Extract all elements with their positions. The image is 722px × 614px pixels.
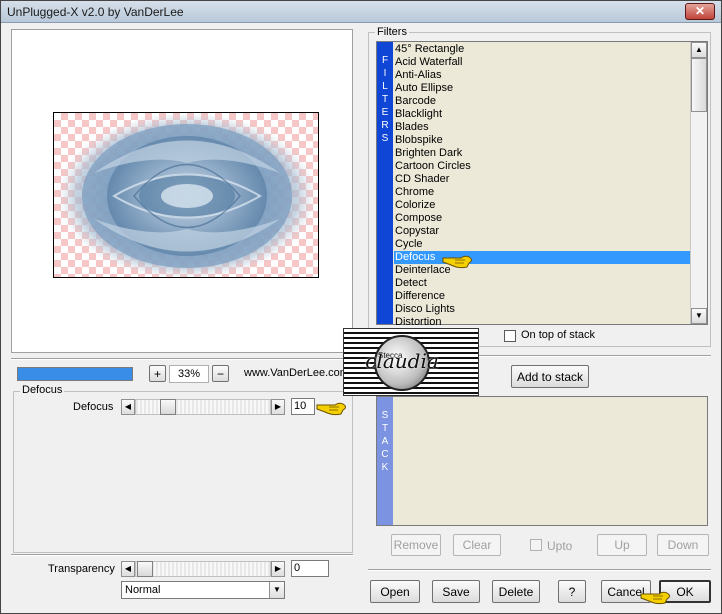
zoom-level: 33% <box>169 365 209 383</box>
on-top-label: On top of stack <box>521 329 595 341</box>
filter-list-item[interactable]: Blacklight <box>394 108 691 121</box>
filter-list-item[interactable]: Chrome <box>394 186 691 199</box>
blend-mode-value: Normal <box>125 584 161 596</box>
defocus-slider[interactable] <box>135 399 271 415</box>
preview-image <box>53 112 319 278</box>
help-button[interactable]: ? <box>558 580 586 603</box>
zoom-in-button[interactable]: + <box>149 365 166 382</box>
filter-list-item[interactable]: Barcode <box>394 95 691 108</box>
progress-fill <box>18 368 132 380</box>
filter-list-item[interactable]: Copystar <box>394 225 691 238</box>
upto-checkbox[interactable] <box>530 539 542 551</box>
divider <box>11 358 353 360</box>
stack-list[interactable]: S T A C K <box>376 396 708 526</box>
watermark-logo: Stecca claudia <box>343 328 479 396</box>
filter-list-item[interactable]: Blobspike <box>394 134 691 147</box>
progress-bar <box>17 367 133 381</box>
filter-list-item[interactable]: Acid Waterfall <box>394 56 691 69</box>
filter-list-item[interactable]: Cycle <box>394 238 691 251</box>
filter-list-item[interactable]: CD Shader <box>394 173 691 186</box>
filter-list-item[interactable]: Brighten Dark <box>394 147 691 160</box>
filter-list-item[interactable]: Anti-Alias <box>394 69 691 82</box>
chevron-down-icon: ▼ <box>269 582 284 598</box>
filter-list-item[interactable]: Disco Lights <box>394 303 691 316</box>
defocus-decrease-button[interactable]: ◀ <box>121 399 135 415</box>
close-icon: ✕ <box>694 4 706 18</box>
upto-label: Upto <box>547 539 573 553</box>
side-letter: L <box>382 81 388 92</box>
filter-list-item[interactable]: Defocus <box>394 251 691 264</box>
side-letter: E <box>381 107 389 118</box>
filter-list-scrollbar[interactable]: ▲ ▼ <box>690 42 707 324</box>
delete-button[interactable]: Delete <box>492 580 540 603</box>
pointer-hand-icon <box>442 255 472 269</box>
remove-button[interactable]: Remove <box>391 534 441 556</box>
title-bar[interactable]: UnPlugged-X v2.0 by VanDerLee ✕ <box>1 1 721 23</box>
filter-list-item[interactable]: Auto Ellipse <box>394 82 691 95</box>
divider <box>11 554 353 556</box>
down-button[interactable]: Down <box>657 534 709 556</box>
scroll-down-button[interactable]: ▼ <box>691 308 707 324</box>
transparency-increase-button[interactable]: ▶ <box>271 561 285 577</box>
website-link[interactable]: www.VanDerLee.com <box>244 367 349 379</box>
defocus-increase-button[interactable]: ▶ <box>271 399 285 415</box>
transparency-slider[interactable] <box>135 561 271 577</box>
side-letter: T <box>381 423 389 434</box>
open-button[interactable]: Open <box>370 580 420 603</box>
close-button[interactable]: ✕ <box>685 3 715 20</box>
blend-mode-select[interactable]: Normal ▼ <box>121 581 285 599</box>
transparency-slider-thumb[interactable] <box>137 561 153 577</box>
filter-items: 45° Rectangle Acid Waterfall Anti-Alias Aut… <box>394 43 691 329</box>
zoom-out-button[interactable]: − <box>212 365 229 382</box>
filter-list-item[interactable]: 45° Rectangle <box>394 43 691 56</box>
window-title: UnPlugged-X v2.0 by VanDerLee <box>7 5 184 19</box>
up-button[interactable]: Up <box>597 534 647 556</box>
on-top-checkbox[interactable] <box>504 330 516 342</box>
defocus-label: Defocus <box>73 401 114 413</box>
side-letter: S <box>381 133 389 144</box>
divider <box>368 569 711 571</box>
preview-render <box>57 113 317 277</box>
scroll-up-button[interactable]: ▲ <box>691 42 707 58</box>
preview-area[interactable] <box>11 29 353 353</box>
filter-list-item[interactable]: Detect <box>394 277 691 290</box>
filter-list[interactable]: F I L T E R S 45° Rectangle Acid Waterfal… <box>376 41 708 328</box>
defocus-group <box>13 391 353 553</box>
filter-list-item[interactable]: Cartoon Circles <box>394 160 691 173</box>
clear-button[interactable]: Clear <box>453 534 501 556</box>
side-letter: F <box>381 55 389 66</box>
defocus-group-title: Defocus <box>20 384 65 396</box>
stack-side-label: S T A C K <box>377 397 393 525</box>
pointer-hand-icon <box>316 402 346 416</box>
transparency-decrease-button[interactable]: ◀ <box>121 561 135 577</box>
scroll-thumb[interactable] <box>691 58 707 112</box>
add-to-stack-button[interactable]: Add to stack <box>511 365 589 388</box>
filter-list-item[interactable]: Colorize <box>394 199 691 212</box>
defocus-slider-thumb[interactable] <box>160 399 176 415</box>
filter-list-item[interactable]: Deinterlace <box>394 264 691 277</box>
side-letter: I <box>383 68 387 79</box>
filters-side-label: F I L T E R S <box>377 42 393 324</box>
pointer-hand-icon <box>640 591 670 605</box>
side-letter: S <box>381 410 389 421</box>
filter-list-item[interactable]: Blades <box>394 121 691 134</box>
plugin-window: UnPlugged-X v2.0 by VanDerLee ✕ + 33% − … <box>0 0 722 614</box>
transparency-label: Transparency <box>48 563 115 575</box>
minus-icon: − <box>216 366 224 381</box>
side-letter: T <box>381 94 389 105</box>
side-letter: K <box>381 462 389 473</box>
filters-group-title: Filters <box>375 26 409 38</box>
side-letter: A <box>381 436 389 447</box>
transparency-value-field[interactable]: 0 <box>291 560 329 577</box>
side-letter: R <box>381 120 389 131</box>
plus-icon: + <box>153 366 161 381</box>
filter-list-item[interactable]: Difference <box>394 290 691 303</box>
defocus-value-field[interactable]: 10 <box>291 398 315 415</box>
watermark-text: claudia <box>365 349 439 373</box>
save-button[interactable]: Save <box>432 580 480 603</box>
side-letter: C <box>381 449 389 460</box>
filter-list-item[interactable]: Compose <box>394 212 691 225</box>
